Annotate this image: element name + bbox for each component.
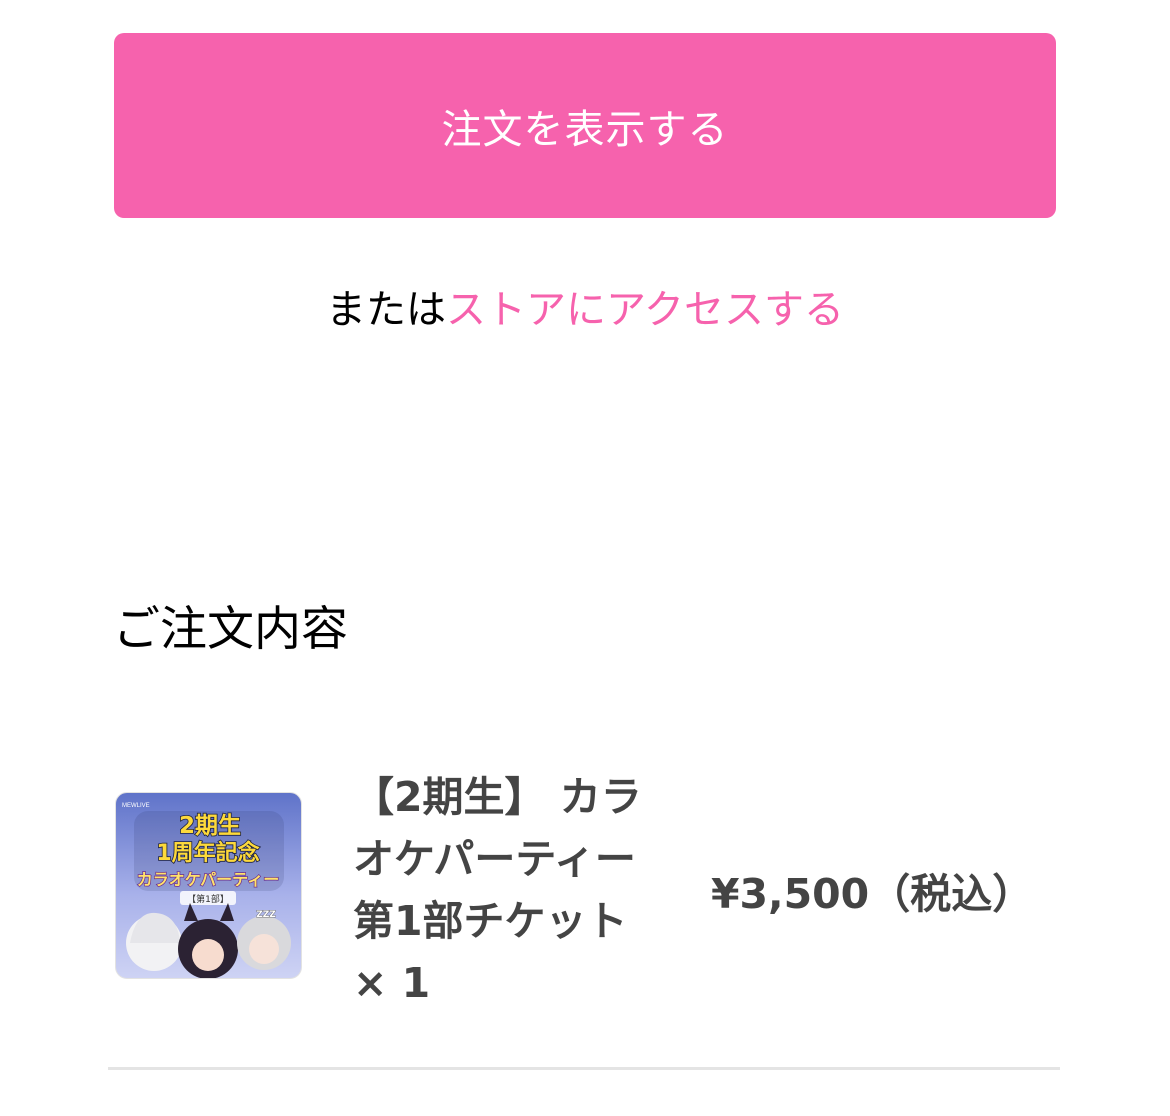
order-details-title: ご注文内容 (113, 602, 348, 657)
thumb-headline-2: 1周年記念 (156, 840, 259, 866)
view-order-button[interactable]: 注文を表示する (114, 33, 1056, 218)
thumb-character-right-face (249, 934, 279, 964)
thumb-character-center-ears (184, 903, 234, 921)
thumb-headline-1: 2期生 (179, 813, 241, 839)
thumb-headline-3: カラオケパーティー (137, 870, 279, 889)
order-item-quantity: × 1 (353, 959, 431, 1007)
order-item-title: 【2期生】 カラオケパーティー第1部チケット (353, 773, 642, 945)
order-item-divider (108, 1067, 1060, 1070)
product-thumbnail-art: MEWLIVE 2期生 1周年記念 カラオケパーティー 【第1部】 ZZZ (122, 803, 291, 978)
thumb-character-center-face (192, 939, 224, 971)
order-item-price: ¥3,500（税込） (711, 870, 1034, 918)
thumb-headline-4: 【第1部】 (187, 893, 229, 905)
thumb-brand-text: MEWLIVE (122, 803, 150, 809)
store-access-line: またはストアにアクセスする (0, 280, 1170, 340)
thumb-character-left-hair (130, 912, 180, 943)
order-item-name: 【2期生】 カラオケパーティー第1部チケット × 1 (353, 766, 663, 1014)
product-thumbnail: MEWLIVE 2期生 1周年記念 カラオケパーティー 【第1部】 ZZZ (115, 792, 302, 979)
store-access-prefix: または (326, 287, 446, 333)
store-access-link[interactable]: ストアにアクセスする (446, 287, 844, 333)
thumb-badge-text: ZZZ (256, 910, 276, 920)
